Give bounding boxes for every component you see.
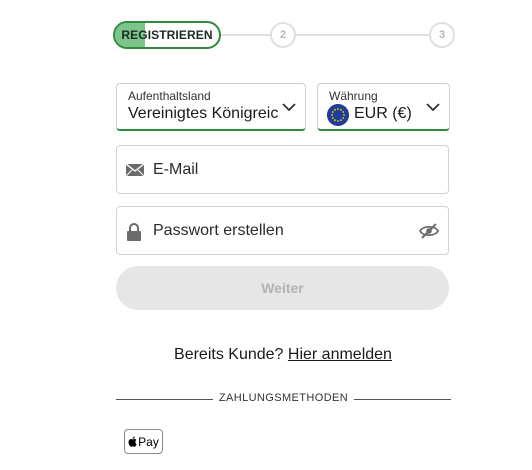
chevron-down-icon: [426, 103, 440, 112]
country-select[interactable]: Aufenthaltsland Vereinigtes Königreic: [116, 83, 306, 131]
apple-pay-label: Pay: [138, 434, 159, 449]
currency-select-label: Währung: [329, 89, 378, 103]
lock-icon: [127, 223, 141, 241]
step-2-indicator: 2: [270, 22, 296, 48]
country-select-value: Vereinigtes Königreic: [128, 105, 278, 122]
stepper-connector: [296, 34, 435, 36]
login-prompt: Bereits Kunde? Hier anmelden: [0, 346, 532, 364]
divider-line: [116, 399, 213, 400]
apple-icon: [128, 436, 137, 447]
registration-stepper: REGISTRIEREN 2 3: [113, 21, 455, 49]
step-1-label: REGISTRIEREN: [121, 28, 213, 42]
currency-select[interactable]: Währung EUR (€): [317, 83, 450, 131]
login-prompt-text: Bereits Kunde?: [174, 346, 284, 363]
eye-slash-icon[interactable]: [419, 222, 439, 240]
password-placeholder: Passwort erstellen: [153, 222, 284, 239]
payment-methods-heading: ZAHLUNGSMETHODEN: [218, 392, 349, 404]
stepper-connector: [219, 34, 272, 36]
password-field[interactable]: Passwort erstellen: [116, 206, 449, 255]
currency-select-value: EUR (€): [354, 105, 412, 122]
eu-flag-icon: [327, 104, 349, 126]
email-placeholder: E-Mail: [153, 161, 199, 178]
login-link[interactable]: Hier anmelden: [288, 346, 392, 363]
payment-methods-divider: ZAHLUNGSMETHODEN: [116, 391, 451, 407]
step-3-indicator: 3: [429, 22, 455, 48]
apple-pay-badge: Pay: [124, 429, 163, 454]
email-field[interactable]: E-Mail: [116, 145, 449, 194]
divider-line: [354, 399, 451, 400]
country-select-label: Aufenthaltsland: [128, 89, 211, 103]
weiter-button[interactable]: Weiter: [116, 266, 449, 310]
step-1-registrieren: REGISTRIEREN: [113, 21, 221, 49]
chevron-down-icon: [282, 103, 296, 112]
envelope-icon: [125, 163, 145, 177]
